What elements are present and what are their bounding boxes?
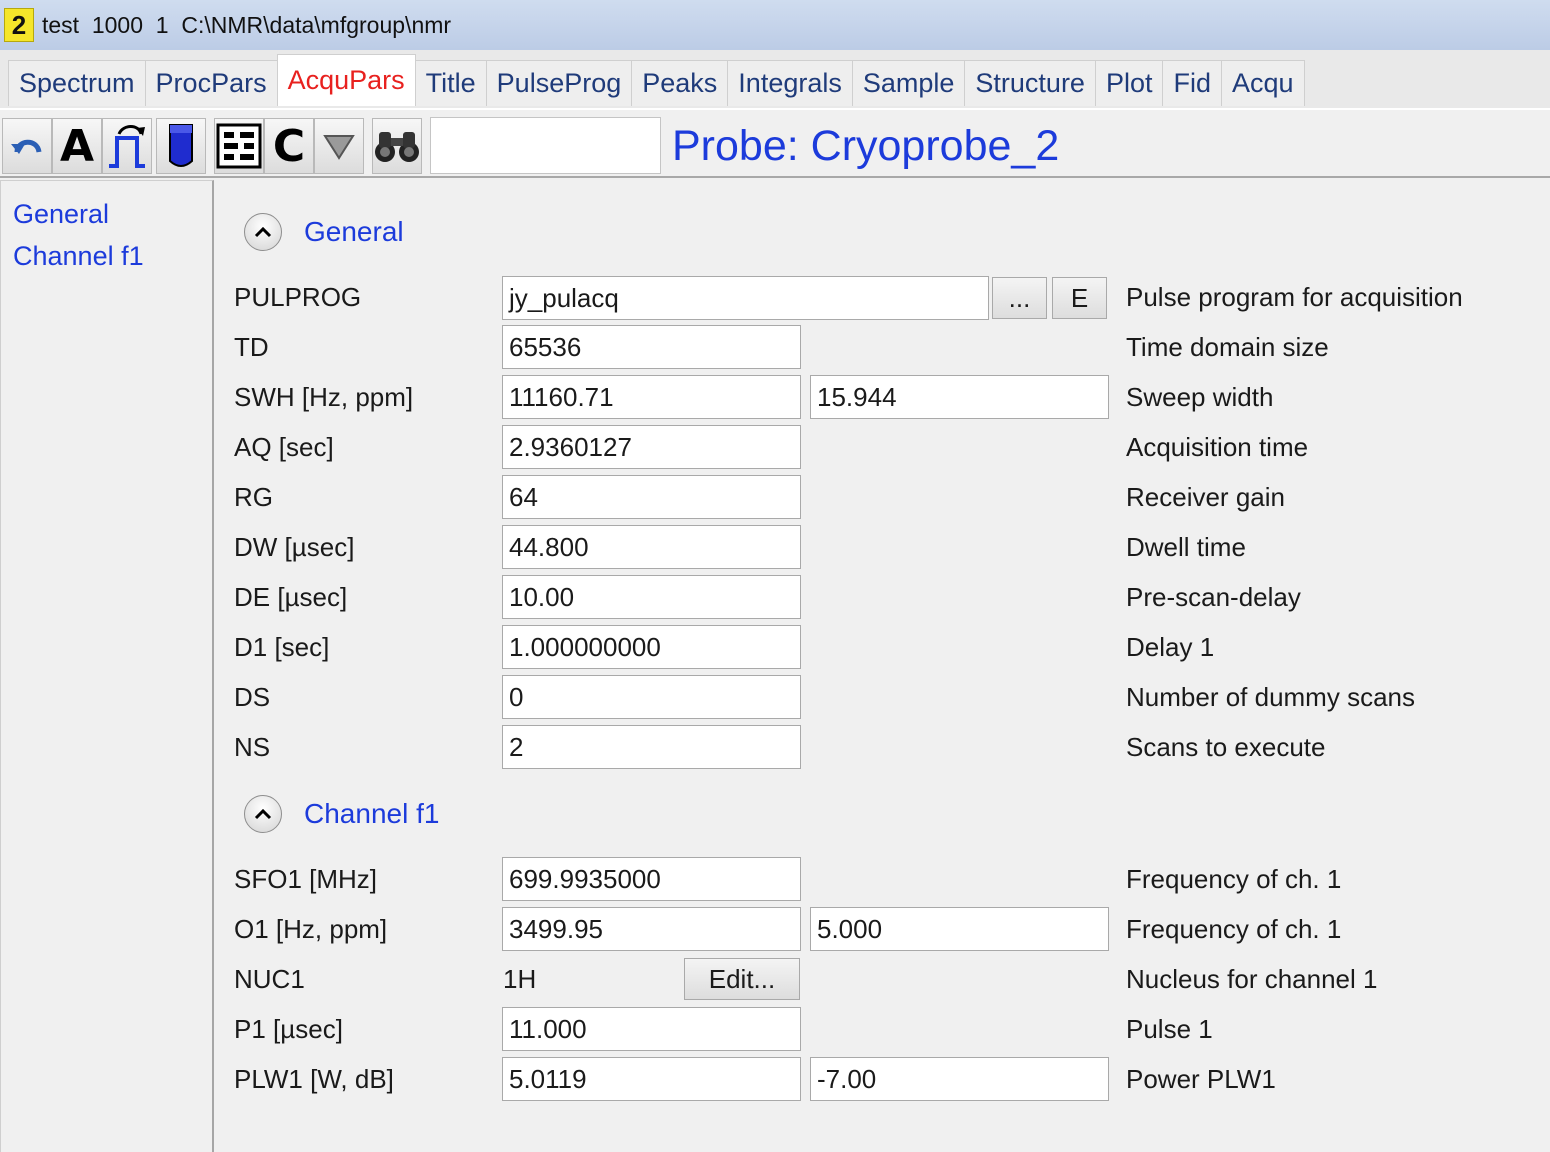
param-field-ns[interactable]: 2: [502, 725, 801, 769]
param-value-nuc1: 1H: [503, 964, 537, 994]
table-view-button[interactable]: [214, 118, 264, 174]
probe-label: Probe: Cryoprobe_2: [672, 122, 1060, 170]
param-field-sfo1[interactable]: 699.9935000: [502, 857, 801, 901]
param-label-o1: O1 [Hz, ppm]: [234, 914, 388, 944]
pulse-icon: [109, 125, 145, 168]
section-title-general: General: [304, 216, 404, 247]
c-button[interactable]: C: [264, 118, 314, 174]
param-field-ds[interactable]: 0: [502, 675, 801, 719]
filter-triangle-icon: [323, 135, 355, 160]
section-header-channel-f1: Channel f1: [244, 795, 439, 833]
tab-fid[interactable]: Fid: [1162, 60, 1222, 106]
param-label-nuc1: NUC1: [234, 964, 305, 994]
window-number-badge: 2: [4, 8, 34, 42]
tab-procpars[interactable]: ProcPars: [144, 60, 278, 106]
param-desc-plw1: Power PLW1: [1126, 1064, 1276, 1094]
param-label-plw1: PLW1 [W, dB]: [234, 1064, 394, 1094]
tab-acqupars[interactable]: AcquPars: [276, 54, 416, 106]
nav-item-channel-f1[interactable]: Channel f1: [13, 241, 144, 272]
param-label-p1: P1 [µsec]: [234, 1014, 343, 1044]
param-field-aq[interactable]: 2.9360127: [502, 425, 801, 469]
param-label-rg: RG: [234, 482, 273, 512]
tab-spectrum[interactable]: Spectrum: [8, 60, 146, 106]
tab-acqu[interactable]: Acqu: [1221, 60, 1305, 106]
collapse-channel-f1-button[interactable]: [244, 795, 282, 833]
param-desc-ns: Scans to execute: [1126, 732, 1326, 762]
font-a-button[interactable]: A: [52, 118, 102, 174]
nuc1-edit-button[interactable]: Edit...: [684, 958, 800, 1000]
param-field-d1[interactable]: 1.000000000: [502, 625, 801, 669]
param-desc-swh: Sweep width: [1126, 382, 1274, 412]
window-title-bar: 2 test 1000 1 C:\NMR\data\mfgroup\nmr: [0, 0, 1550, 50]
param-field-dw[interactable]: 44.800: [502, 525, 801, 569]
filter-button[interactable]: [314, 118, 364, 174]
param-desc-td: Time domain size: [1126, 332, 1329, 362]
chevron-up-icon: [254, 808, 272, 820]
tab-peaks[interactable]: Peaks: [631, 60, 729, 106]
param-desc-p1: Pulse 1: [1126, 1014, 1213, 1044]
param-desc-nuc1: Nucleus for channel 1: [1126, 964, 1378, 994]
param-field-p1[interactable]: 11.000: [502, 1007, 801, 1051]
tab-pulseprog[interactable]: PulseProg: [485, 60, 633, 106]
param-desc-o1: Frequency of ch. 1: [1126, 914, 1342, 944]
param-desc-de: Pre-scan-delay: [1126, 582, 1301, 612]
sample-tube-icon: [169, 124, 193, 167]
tab-bar: Spectrum ProcPars AcquPars Title PulsePr…: [0, 50, 1550, 110]
c-letter-icon: C: [272, 120, 306, 172]
font-a-icon: A: [59, 120, 95, 172]
parameter-panel: General PULPROG jy_pulacq ... E Pulse pr…: [214, 180, 1550, 1152]
pulse-program-button[interactable]: [102, 118, 152, 174]
pulprog-edit-button[interactable]: E: [1052, 277, 1107, 319]
pulprog-browse-button[interactable]: ...: [992, 277, 1047, 319]
param-label-dw: DW [µsec]: [234, 532, 355, 562]
tab-structure[interactable]: Structure: [964, 60, 1096, 106]
param-label-de: DE [µsec]: [234, 582, 348, 612]
nav-item-general[interactable]: General: [13, 199, 109, 230]
param-desc-dw: Dwell time: [1126, 532, 1246, 562]
param-label-ns: NS: [234, 732, 271, 762]
collapse-general-button[interactable]: [244, 213, 282, 251]
search-binoculars-button[interactable]: [372, 118, 422, 174]
param-desc-rg: Receiver gain: [1126, 482, 1285, 512]
param-desc-sfo1: Frequency of ch. 1: [1126, 864, 1342, 894]
window-title: test 1000 1 C:\NMR\data\mfgroup\nmr: [42, 11, 452, 38]
binoculars-icon: [375, 132, 419, 162]
param-field-pulprog[interactable]: jy_pulacq: [502, 276, 989, 320]
param-field-o1-ppm[interactable]: 5.000: [810, 907, 1109, 951]
tab-title[interactable]: Title: [414, 60, 487, 106]
param-field-swh-ppm[interactable]: 15.944: [810, 375, 1109, 419]
toolbar: A C Probe: Cryoprobe_2: [0, 112, 1550, 178]
undo-icon: [11, 139, 42, 154]
tab-plot[interactable]: Plot: [1094, 60, 1164, 106]
param-field-o1-hz[interactable]: 3499.95: [502, 907, 801, 951]
tab-sample[interactable]: Sample: [851, 60, 966, 106]
param-label-aq: AQ [sec]: [234, 432, 334, 462]
param-field-plw1-db[interactable]: -7.00: [810, 1057, 1109, 1101]
param-label-pulprog: PULPROG: [234, 282, 362, 312]
section-header-general: General: [244, 213, 404, 251]
grid-table-icon: [216, 123, 262, 169]
param-label-ds: DS: [234, 682, 271, 712]
left-nav: General Channel f1: [0, 180, 214, 1152]
param-desc-pulprog: Pulse program for acquisition: [1126, 282, 1463, 312]
sample-button[interactable]: [156, 118, 206, 174]
param-field-rg[interactable]: 64: [502, 475, 801, 519]
param-label-swh: SWH [Hz, ppm]: [234, 382, 414, 412]
param-field-plw1-w[interactable]: 5.0119: [502, 1057, 801, 1101]
param-label-sfo1: SFO1 [MHz]: [234, 864, 378, 894]
param-desc-d1: Delay 1: [1126, 632, 1215, 662]
undo-button[interactable]: [2, 118, 52, 174]
tab-integrals[interactable]: Integrals: [727, 60, 853, 106]
param-label-d1: D1 [sec]: [234, 632, 330, 662]
param-desc-ds: Number of dummy scans: [1126, 682, 1415, 712]
search-input[interactable]: [430, 117, 661, 174]
chevron-up-icon: [254, 226, 272, 238]
param-field-swh-hz[interactable]: 11160.71: [502, 375, 801, 419]
section-title-channel-f1: Channel f1: [304, 798, 440, 829]
param-field-td[interactable]: 65536: [502, 325, 801, 369]
param-label-td: TD: [234, 332, 269, 362]
param-desc-aq: Acquisition time: [1126, 432, 1309, 462]
param-field-de[interactable]: 10.00: [502, 575, 801, 619]
